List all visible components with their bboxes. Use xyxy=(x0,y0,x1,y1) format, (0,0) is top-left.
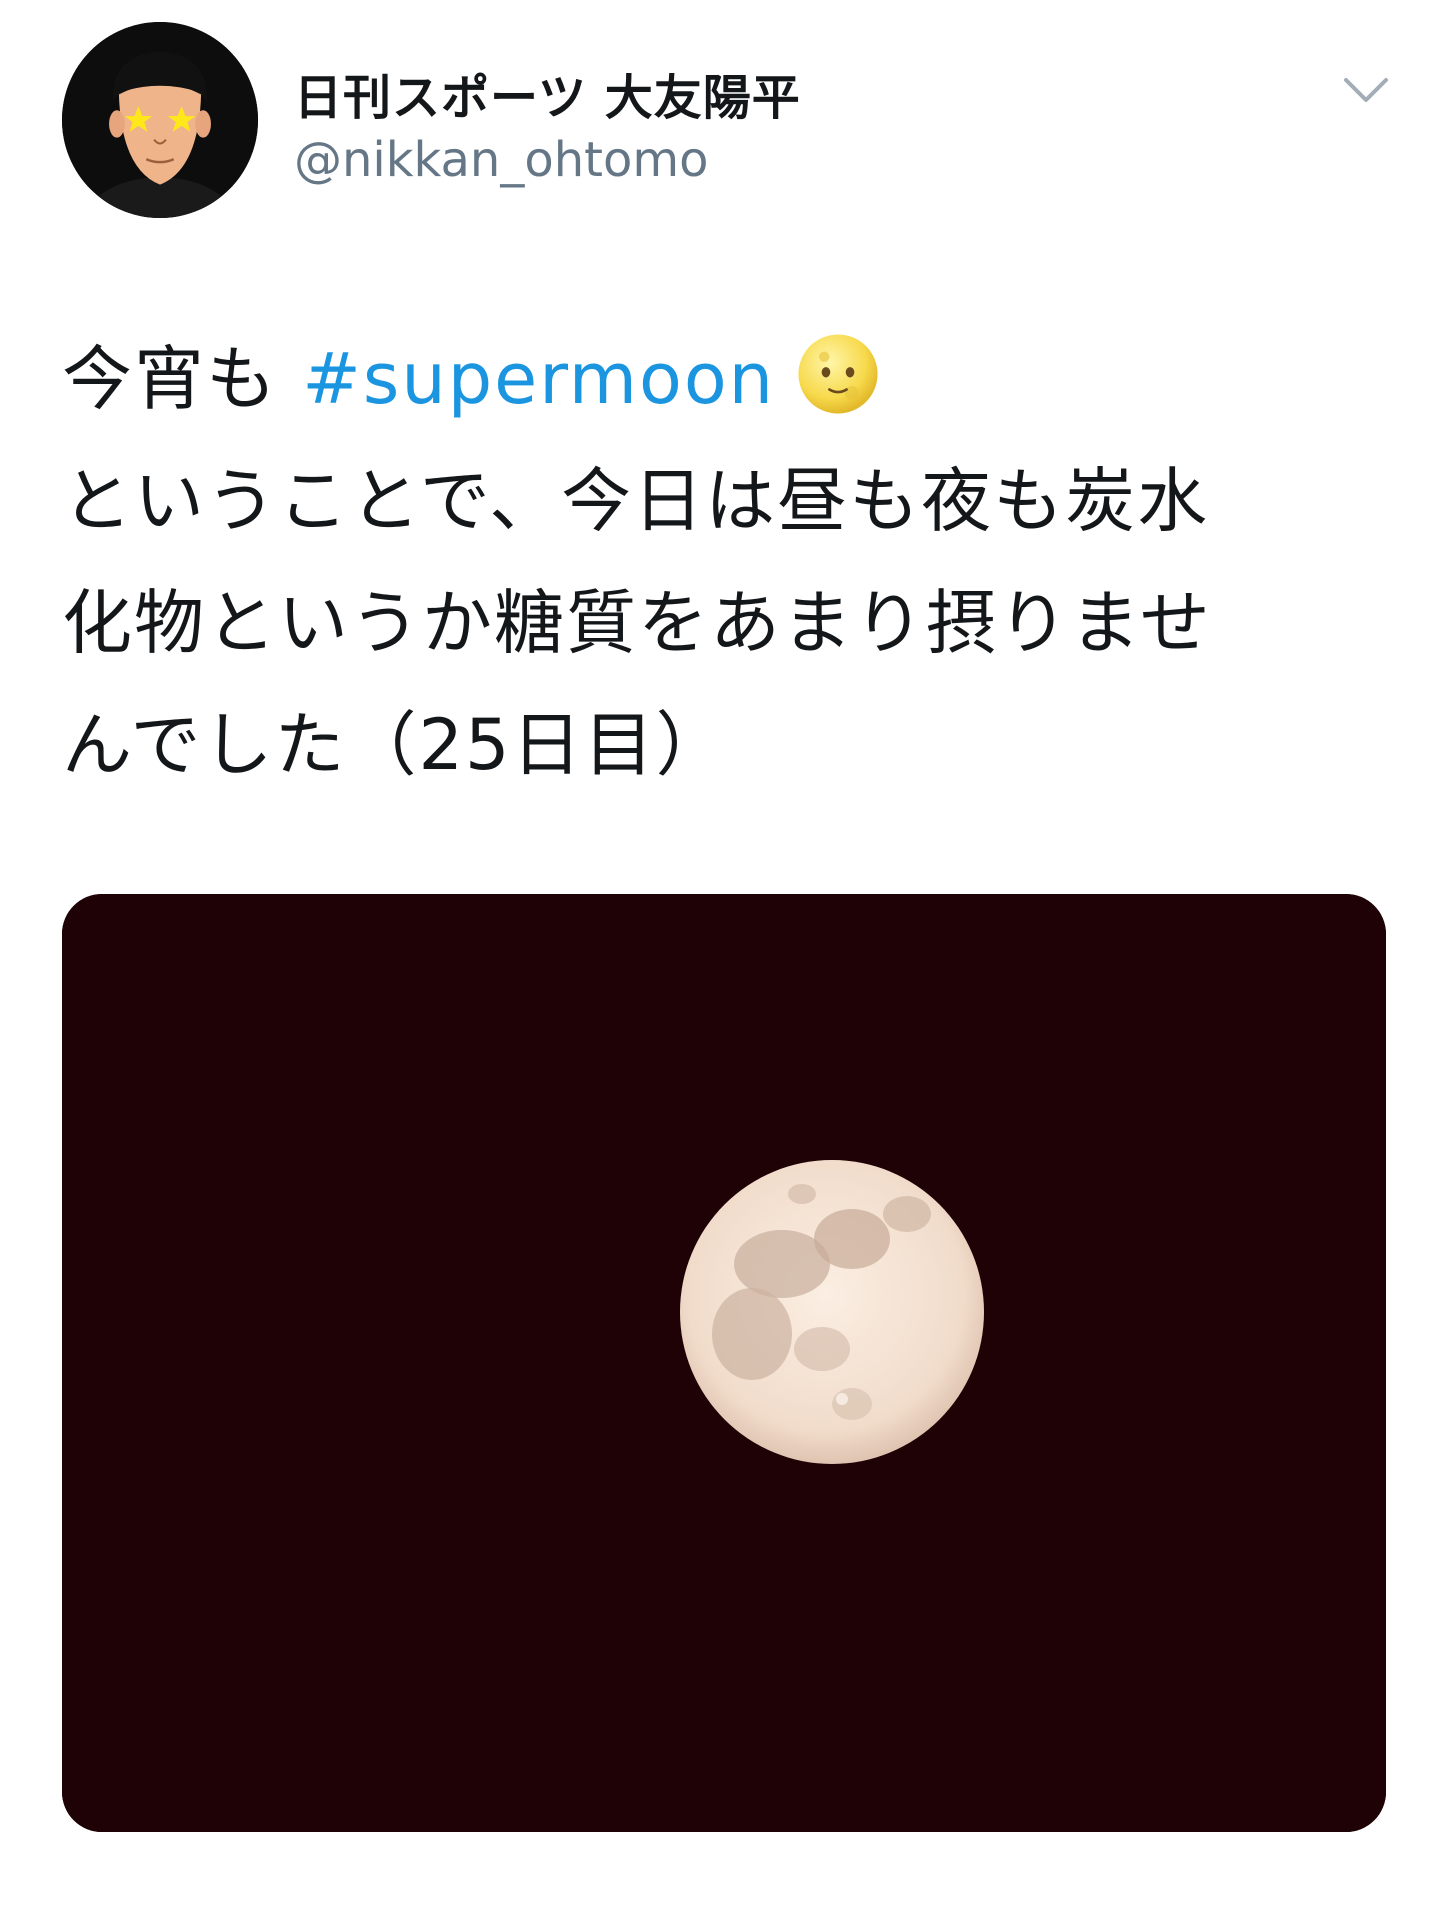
tweet-text-line-3: 化物というか糖質をあまり摂りませ xyxy=(62,582,1212,664)
author-avatar[interactable] xyxy=(62,22,258,218)
cartoon-avatar-icon xyxy=(62,22,258,218)
full-moon-face-icon xyxy=(795,331,881,417)
author-handle[interactable]: @nikkan_ohtomo xyxy=(294,132,708,188)
tweet-media-photo[interactable] xyxy=(62,894,1386,1832)
tweet-text: 今宵も #supermoon ということで、今日は昼も夜も炭水 化物というか糖質… xyxy=(62,318,1402,806)
chevron-down-icon xyxy=(1344,78,1388,102)
tweet-text-prefix: 今宵も xyxy=(62,338,303,420)
tweet-text-line-4: んでした（25日目） xyxy=(62,704,728,786)
tweet-text-line-1: 今宵も #supermoon xyxy=(62,318,1402,440)
tweet-menu-button[interactable] xyxy=(1338,70,1394,110)
author-display-name[interactable]: 日刊スポーツ 大友陽平 xyxy=(294,58,801,128)
tweet-text-line-2: ということで、今日は昼も夜も炭水 xyxy=(62,460,1210,542)
hashtag-link[interactable]: #supermoon xyxy=(302,338,775,420)
full-moon-photo xyxy=(62,894,1386,1832)
